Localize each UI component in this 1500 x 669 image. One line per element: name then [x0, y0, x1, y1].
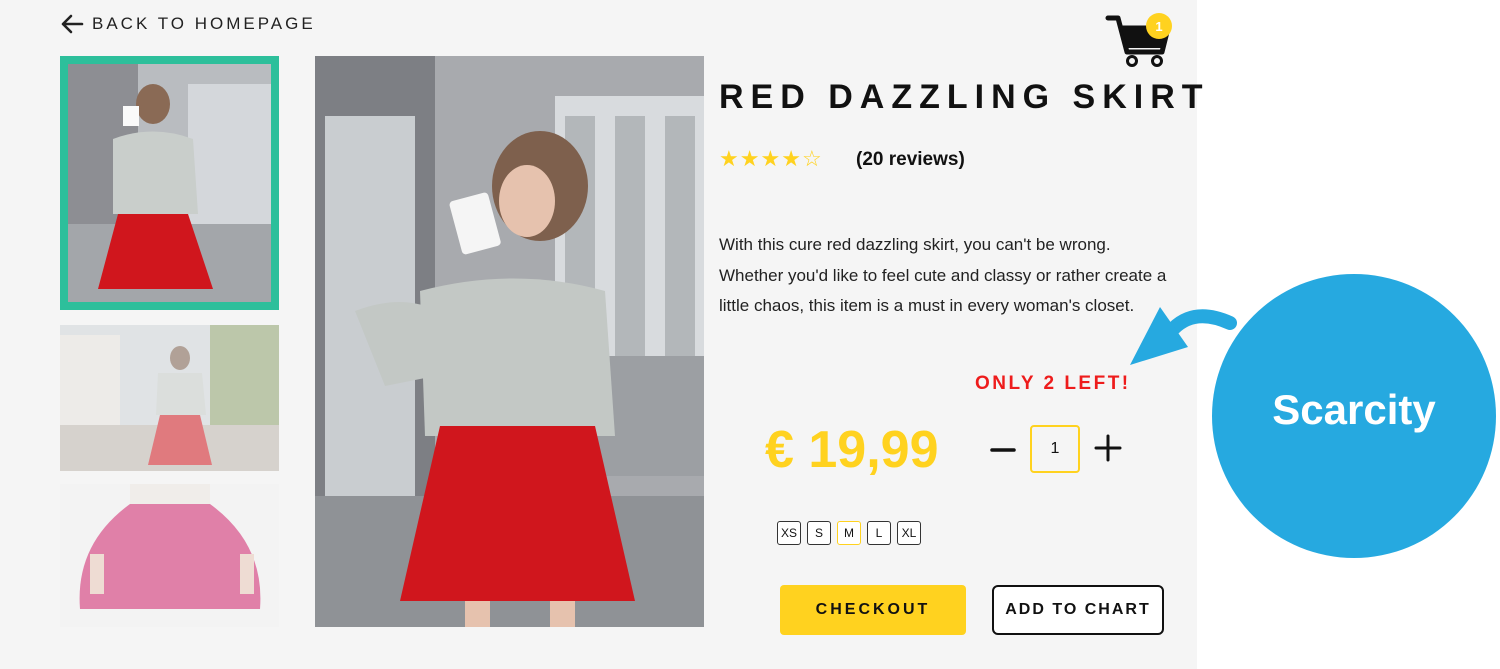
thumbnail-3[interactable] [60, 484, 279, 627]
thumbnail-photo-skirt-closeup [60, 484, 279, 627]
star-icon: ★ [781, 146, 801, 171]
size-option-xs[interactable]: XS [777, 521, 801, 545]
size-option-s[interactable]: S [807, 521, 831, 545]
minus-icon[interactable] [990, 433, 1016, 469]
annotation-label: Scarcity [1272, 386, 1436, 433]
add-to-chart-button[interactable]: ADD TO CHART [992, 585, 1164, 635]
product-price: € 19,99 [765, 421, 939, 479]
rating-stars: ★ ★ ★ ★ ☆ [719, 147, 822, 171]
photo-woman-drinking-coffee-red-skirt [315, 56, 704, 627]
star-icon: ★ [760, 146, 781, 171]
main-product-image [315, 56, 704, 627]
thumbnail-photo-woman-red-skirt [68, 64, 271, 302]
thumbnail-2[interactable] [60, 325, 279, 471]
star-icon: ★ [719, 146, 739, 171]
annotation-arrow-icon [1130, 307, 1237, 365]
size-option-l[interactable]: L [867, 521, 891, 545]
cart-count-badge: 1 [1146, 13, 1172, 39]
product-title: RED DAZZLING SKIRT [719, 78, 1210, 116]
back-label: BACK TO HOMEPAGE [92, 14, 316, 33]
back-to-homepage-link[interactable]: BACK TO HOMEPAGE [60, 14, 316, 34]
star-empty-icon: ☆ [801, 146, 822, 171]
size-option-m-selected[interactable]: M [837, 521, 861, 545]
reviews-link[interactable]: (20 reviews) [856, 149, 965, 171]
increase-quantity-button[interactable] [1094, 434, 1122, 462]
arrow-left-icon [61, 14, 84, 34]
star-icon: ★ [739, 146, 760, 171]
product-description: With this cure red dazzling skirt, you c… [719, 235, 1167, 315]
size-option-xl[interactable]: XL [897, 521, 921, 545]
checkout-button[interactable]: CHECKOUT [780, 585, 966, 635]
plus-icon[interactable] [1094, 431, 1122, 469]
thumbnail-photo-street [60, 325, 279, 471]
size-selector: XS S M L XL [777, 521, 921, 545]
decrease-quantity-button[interactable] [990, 437, 1016, 463]
stock-notice: ONLY 2 LEFT! [975, 373, 1131, 394]
product-page: BACK TO HOMEPAGE 1 RED DAZZLING SKIRT ★ … [0, 0, 1203, 669]
quantity-input[interactable]: 1 [1030, 425, 1080, 473]
thumbnail-1-selected[interactable] [60, 56, 279, 310]
